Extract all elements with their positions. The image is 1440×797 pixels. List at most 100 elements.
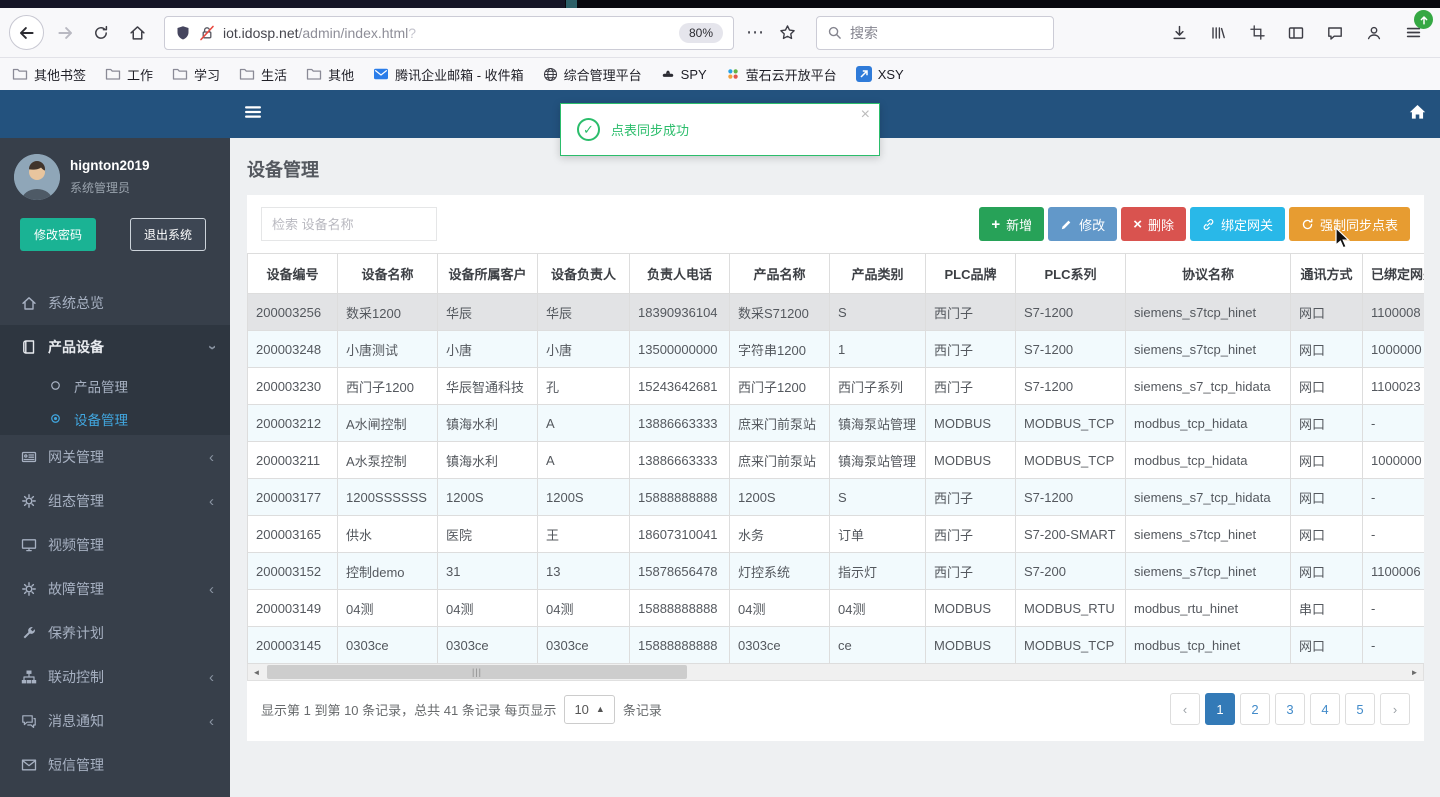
forward-button[interactable] bbox=[50, 18, 80, 48]
scroll-right-button[interactable]: ► bbox=[1406, 664, 1423, 680]
zoom-indicator[interactable]: 80% bbox=[678, 22, 723, 43]
bind-gateway-button[interactable]: 绑定网关 bbox=[1189, 207, 1285, 241]
screenshot-button[interactable] bbox=[1242, 18, 1272, 48]
page-actions-button[interactable]: ⋯ bbox=[746, 22, 764, 43]
sidebar-item[interactable]: 组态管理 ‹ bbox=[0, 479, 230, 523]
chevron-left-icon: ‹ bbox=[209, 580, 214, 598]
table-row[interactable]: 200003177 1200SSSSSS 1200S 1200S 15888888888… bbox=[247, 478, 1424, 516]
main-content: 设备管理 + 新增 修改 × 删除 绑定网关 强制同步点表 设备编号设备名称设备所属客户设备… bbox=[230, 138, 1440, 797]
column-header[interactable]: 通讯方式 bbox=[1290, 253, 1363, 294]
sidebar-item[interactable]: 系统总览 bbox=[0, 281, 230, 325]
dot-circle-icon bbox=[46, 412, 64, 425]
device-search-input[interactable] bbox=[261, 207, 437, 241]
bookmark-item[interactable]: 学习 bbox=[172, 65, 220, 84]
delete-button[interactable]: × 删除 bbox=[1121, 207, 1186, 241]
bookmark-item[interactable]: XSY bbox=[855, 66, 904, 82]
bookmark-item[interactable]: 其他 bbox=[306, 65, 354, 84]
bookmark-item[interactable]: 综合管理平台 bbox=[543, 65, 642, 84]
bookmark-label: SPY bbox=[680, 66, 707, 82]
home-icon bbox=[20, 295, 38, 311]
messages-button[interactable] bbox=[1320, 18, 1350, 48]
table-row[interactable]: 200003212 A水闸控制 镇海水利 A 13886663333 庶来门前泵站 镇海泵站… bbox=[247, 404, 1424, 442]
url-bar[interactable]: iot.idosp.net/admin/index.html? 80% bbox=[164, 15, 734, 50]
toast-close-icon[interactable]: × bbox=[861, 106, 870, 124]
mail-favicon bbox=[373, 66, 389, 82]
sidebar-panel-button[interactable] bbox=[1281, 18, 1311, 48]
bookmark-item[interactable]: 腾讯企业邮箱 - 收件箱 bbox=[373, 65, 524, 84]
page-button[interactable]: 1 bbox=[1205, 693, 1235, 725]
column-header[interactable]: 产品名称 bbox=[729, 253, 830, 294]
sidebar-subitem[interactable]: 产品管理 bbox=[0, 369, 230, 402]
sidebar-item[interactable]: 短信管理 bbox=[0, 743, 230, 787]
refresh-button[interactable] bbox=[86, 18, 116, 48]
sidebar-item[interactable]: 网关管理 ‹ bbox=[0, 435, 230, 479]
sidebar-item[interactable]: 保养计划 bbox=[0, 611, 230, 655]
page-size-select[interactable]: 10 ▲ bbox=[564, 694, 615, 724]
table-cell: MODBUS bbox=[925, 404, 1016, 442]
column-header[interactable]: 负责人电话 bbox=[629, 253, 730, 294]
bookmark-item[interactable]: 其他书签 bbox=[12, 65, 86, 84]
sidebar-item[interactable]: 产品设备 ‹ bbox=[0, 325, 230, 369]
home-button[interactable] bbox=[122, 18, 152, 48]
column-header[interactable]: 协议名称 bbox=[1125, 253, 1291, 294]
horizontal-scrollbar[interactable]: ◄ ||| ► bbox=[247, 664, 1424, 681]
toolbar-icons bbox=[1164, 18, 1428, 48]
sidebar-item[interactable]: 消息通知 ‹ bbox=[0, 699, 230, 743]
add-button[interactable]: + 新增 bbox=[979, 207, 1045, 241]
sidebar-item[interactable] bbox=[0, 787, 230, 797]
update-badge-icon[interactable] bbox=[1414, 10, 1433, 29]
library-button[interactable] bbox=[1203, 18, 1233, 48]
pencil-icon bbox=[1060, 218, 1073, 231]
header-home-button[interactable] bbox=[1408, 102, 1427, 126]
downloads-button[interactable] bbox=[1164, 18, 1194, 48]
scrollbar-track[interactable]: ||| bbox=[265, 664, 1406, 680]
page-button[interactable]: 4 bbox=[1310, 693, 1340, 725]
active-tab[interactable] bbox=[0, 0, 565, 8]
sync-icon bbox=[1301, 218, 1314, 231]
back-button[interactable] bbox=[9, 15, 44, 50]
account-button[interactable] bbox=[1359, 18, 1389, 48]
table-cell: 04测 bbox=[829, 589, 926, 627]
sidebar-toggle-button[interactable] bbox=[243, 102, 263, 127]
folder-icon bbox=[172, 66, 188, 82]
bookmark-item[interactable]: 生活 bbox=[239, 65, 287, 84]
column-header[interactable]: 设备负责人 bbox=[537, 253, 630, 294]
column-header[interactable]: PLC品牌 bbox=[925, 253, 1016, 294]
table-row[interactable]: 200003145 0303ce 0303ce 0303ce 15888888888 03… bbox=[247, 626, 1424, 664]
page-button[interactable]: 2 bbox=[1240, 693, 1270, 725]
bookmark-item[interactable]: 工作 bbox=[105, 65, 153, 84]
table-row[interactable]: 200003248 小唐测试 小唐 小唐 13500000000 字符串1200 1 西门子 S… bbox=[247, 330, 1424, 368]
sidebar-item[interactable]: 联动控制 ‹ bbox=[0, 655, 230, 699]
table-row[interactable]: 200003149 04测 04测 04测 15888888888 04测 04测 MODBU… bbox=[247, 589, 1424, 627]
folder-icon bbox=[306, 66, 322, 82]
table-row[interactable]: 200003152 控制demo 31 13 15878656478 灯控系统 指示灯 西门子… bbox=[247, 552, 1424, 590]
column-header[interactable]: PLC系列 bbox=[1015, 253, 1126, 294]
sidebar-item[interactable]: 视频管理 bbox=[0, 523, 230, 567]
sidebar-item[interactable]: 故障管理 ‹ bbox=[0, 567, 230, 611]
scrollbar-thumb[interactable]: ||| bbox=[267, 665, 687, 679]
next-page-button[interactable]: › bbox=[1380, 693, 1410, 725]
logout-button[interactable]: 退出系统 bbox=[130, 218, 207, 251]
link-icon bbox=[1202, 218, 1215, 231]
sidebar-subitem[interactable]: 设备管理 bbox=[0, 402, 230, 435]
bookmark-item[interactable]: 萤石云开放平台 bbox=[726, 65, 837, 84]
column-header[interactable]: 设备所属客户 bbox=[437, 253, 538, 294]
table-cell: 孔 bbox=[537, 367, 630, 405]
column-header[interactable]: 设备名称 bbox=[337, 253, 438, 294]
column-header[interactable]: 产品类别 bbox=[829, 253, 926, 294]
browser-search-box[interactable]: 搜索 bbox=[816, 15, 1054, 50]
column-header[interactable]: 已绑定网关 bbox=[1362, 253, 1424, 294]
scroll-left-button[interactable]: ◄ bbox=[248, 664, 265, 680]
bookmark-star-button[interactable] bbox=[772, 18, 802, 48]
table-row[interactable]: 200003230 西门子1200 华辰智通科技孔 15243642681 西门子120… bbox=[247, 367, 1424, 405]
table-row[interactable]: 200003256 数采1200 华辰 华辰 18390936104 数采S71200 S 西… bbox=[247, 293, 1424, 331]
table-row[interactable]: 200003165 供水 医院王 18607310041 水务 订单 西门子 S7-200-S… bbox=[247, 515, 1424, 553]
page-button[interactable]: 5 bbox=[1345, 693, 1375, 725]
prev-page-button[interactable]: ‹ bbox=[1170, 693, 1200, 725]
table-row[interactable]: 200003211 A水泵控制 镇海水利 A 13886663333 庶来门前泵站 镇海泵站… bbox=[247, 441, 1424, 479]
bookmark-item[interactable]: SPY bbox=[661, 67, 707, 82]
page-button[interactable]: 3 bbox=[1275, 693, 1305, 725]
column-header[interactable]: 设备编号 bbox=[247, 253, 338, 294]
edit-button[interactable]: 修改 bbox=[1048, 207, 1118, 241]
change-password-button[interactable]: 修改密码 bbox=[20, 218, 97, 251]
